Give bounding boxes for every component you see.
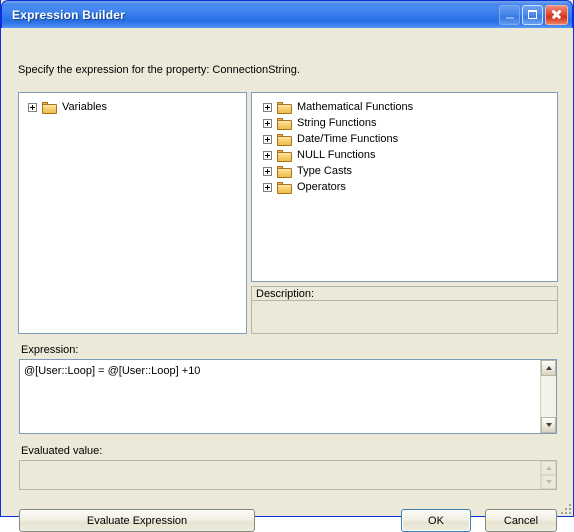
- ok-button[interactable]: OK: [401, 509, 471, 532]
- folder-icon: [277, 165, 293, 178]
- description-label: Description:: [251, 286, 558, 301]
- maximize-icon: [528, 10, 537, 19]
- tree-node-string-functions[interactable]: String Functions: [252, 115, 557, 131]
- tree-node-label: Type Casts: [297, 165, 353, 177]
- plus-icon[interactable]: [263, 134, 272, 144]
- window-title: Expression Builder: [12, 7, 125, 22]
- folder-icon: [277, 149, 293, 162]
- tree-node-label: String Functions: [297, 117, 377, 129]
- plus-icon[interactable]: [263, 118, 272, 128]
- evaluated-value-label: Evaluated value:: [21, 445, 103, 457]
- tree-node-operators[interactable]: Operators: [252, 179, 557, 195]
- scroll-track[interactable]: [541, 376, 556, 417]
- scroll-up-button[interactable]: [541, 360, 556, 376]
- tree-node-mathematical-functions[interactable]: Mathematical Functions: [252, 99, 557, 115]
- tree-node-variables[interactable]: Variables: [19, 99, 246, 115]
- tree-node-label: Mathematical Functions: [297, 101, 414, 113]
- tree-node-date-time-functions[interactable]: Date/Time Functions: [252, 131, 557, 147]
- title-bar[interactable]: Expression Builder: [1, 0, 573, 28]
- description-value: [251, 300, 558, 334]
- close-icon: [551, 9, 562, 20]
- chevron-down-icon: [545, 423, 552, 427]
- close-button[interactable]: [545, 4, 568, 25]
- chevron-up-icon: [545, 466, 552, 470]
- expression-text[interactable]: @[User::Loop] = @[User::Loop] +10: [20, 360, 540, 433]
- folder-icon: [277, 133, 293, 146]
- evaluated-value-field: [19, 460, 557, 490]
- expression-builder-dialog: Expression Builder Specify the expressio…: [0, 0, 574, 532]
- expression-input[interactable]: @[User::Loop] = @[User::Loop] +10: [19, 359, 557, 434]
- folder-icon: [42, 101, 58, 114]
- tree-node-label: Date/Time Functions: [297, 133, 399, 145]
- variables-tree[interactable]: Variables: [18, 92, 247, 334]
- evaluated-value-text: [20, 461, 540, 489]
- evaluated-value-scrollbar: [540, 461, 556, 489]
- minimize-button[interactable]: [499, 4, 520, 25]
- maximize-button[interactable]: [522, 4, 543, 25]
- plus-icon[interactable]: [263, 150, 272, 160]
- instruction-text: Specify the expression for the property:…: [18, 64, 300, 76]
- window-controls: [499, 4, 568, 25]
- scroll-up-button-disabled: [541, 461, 556, 475]
- minimize-icon: [505, 17, 514, 19]
- dialog-body: Specify the expression for the property:…: [1, 28, 573, 532]
- plus-icon[interactable]: [263, 182, 272, 192]
- functions-tree[interactable]: Mathematical Functions String Functions …: [251, 92, 558, 282]
- plus-icon[interactable]: [263, 166, 272, 176]
- folder-icon: [277, 117, 293, 130]
- chevron-up-icon: [545, 366, 552, 370]
- tree-node-null-functions[interactable]: NULL Functions: [252, 147, 557, 163]
- cancel-button[interactable]: Cancel: [485, 509, 557, 532]
- expression-label: Expression:: [21, 344, 79, 356]
- tree-node-type-casts[interactable]: Type Casts: [252, 163, 557, 179]
- folder-icon: [277, 181, 293, 194]
- tree-node-label: NULL Functions: [297, 149, 376, 161]
- expression-scrollbar[interactable]: [540, 360, 556, 433]
- scroll-down-button[interactable]: [541, 417, 556, 433]
- evaluate-expression-button[interactable]: Evaluate Expression: [19, 509, 255, 532]
- scroll-down-button-disabled: [541, 475, 556, 489]
- chevron-down-icon: [545, 480, 552, 484]
- resize-grip[interactable]: [558, 501, 571, 514]
- folder-icon: [277, 101, 293, 114]
- plus-icon[interactable]: [28, 102, 37, 112]
- plus-icon[interactable]: [263, 102, 272, 112]
- tree-node-label: Operators: [297, 181, 346, 193]
- tree-node-label: Variables: [62, 101, 108, 113]
